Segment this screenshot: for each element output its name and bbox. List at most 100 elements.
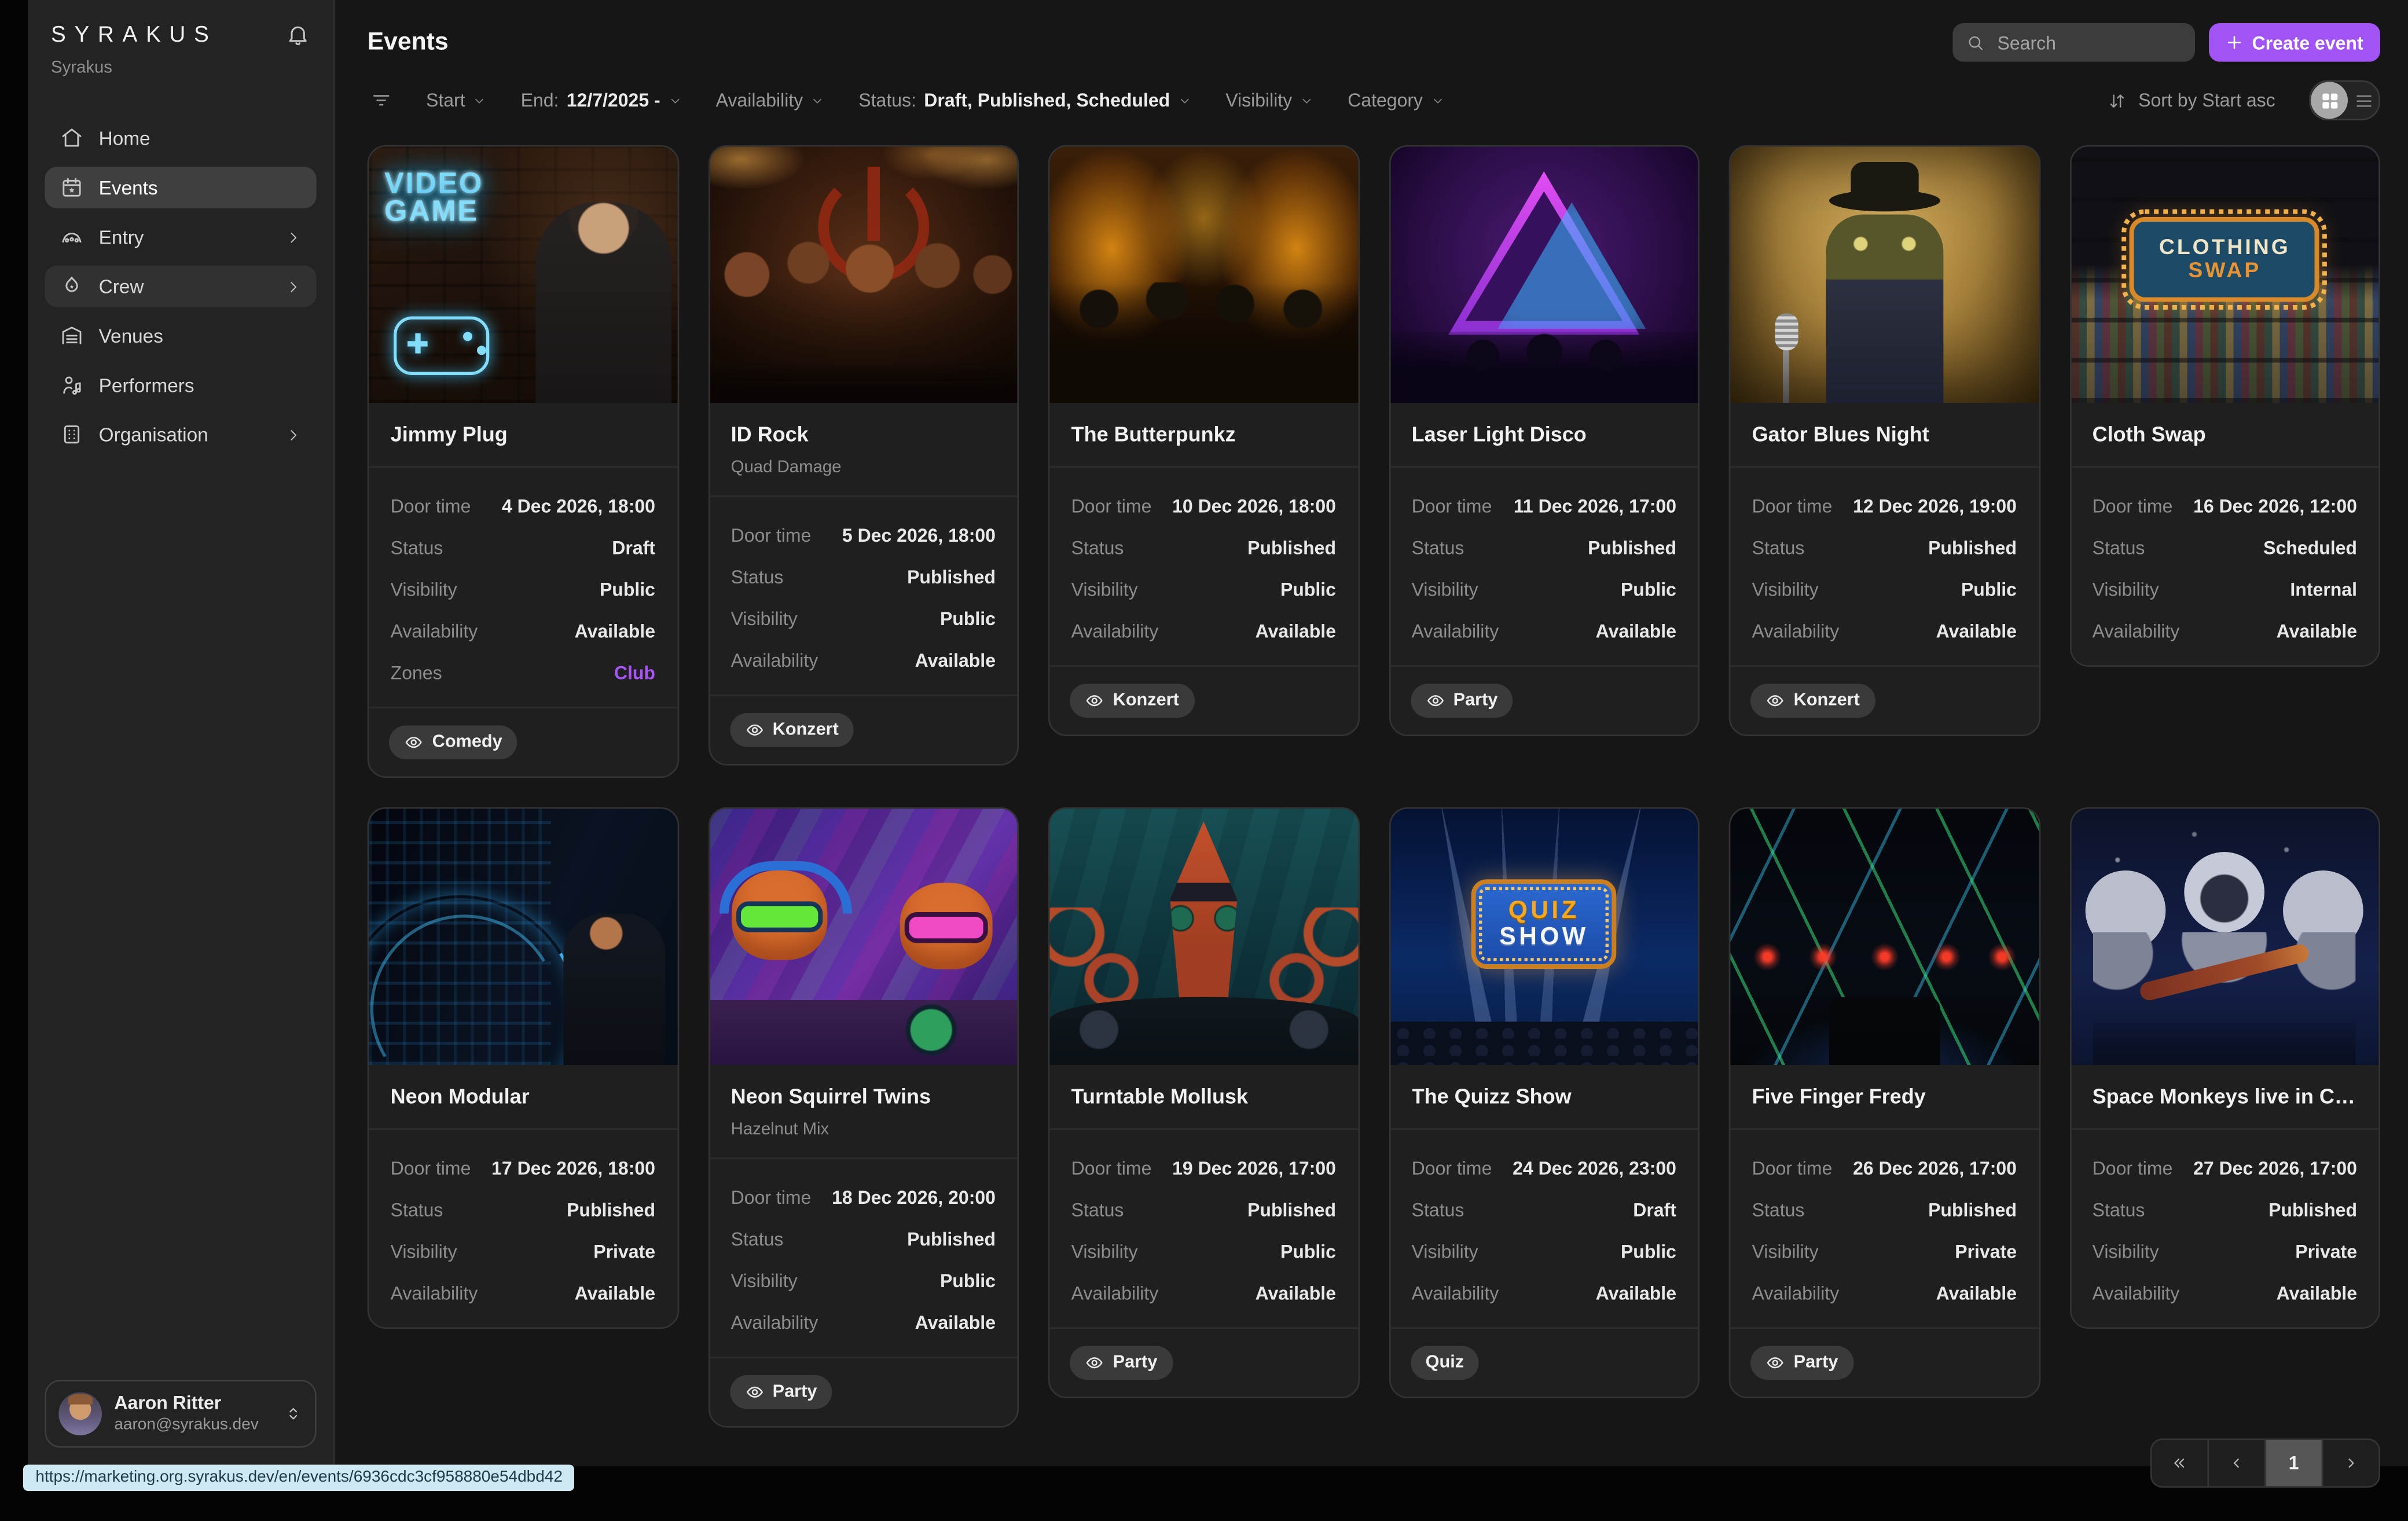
sidebar-item-performers[interactable]: Performers [45, 364, 316, 406]
user-menu[interactable]: Aaron Ritter aaron@syrakus.dev [45, 1380, 316, 1447]
next-page-button[interactable] [2323, 1441, 2378, 1487]
notification-bell-icon[interactable] [285, 23, 310, 48]
sidebar: SYRAKUS Syrakus Home Events Entry Cr [28, 0, 333, 1466]
field-label: Door time [2093, 1158, 2173, 1180]
pagination: 1 [2150, 1439, 2380, 1488]
filter-availability[interactable]: Availability [716, 90, 825, 111]
category-tag: Comedy [389, 726, 517, 760]
tag-eye-icon [1085, 1354, 1104, 1373]
sidebar-item-organisation[interactable]: Organisation [45, 414, 316, 455]
event-card[interactable]: Neon Modular Door time 17 Dec 2026, 18:0… [368, 807, 678, 1329]
field-value: Available [1596, 1283, 1676, 1305]
field-label: Door time [1752, 1158, 1833, 1180]
event-card[interactable]: Neon Squirrel Twins Hazelnut Mix Door ti… [708, 807, 1019, 1428]
event-card[interactable]: Five Finger Fredy Door time 26 Dec 2026,… [1729, 807, 2040, 1399]
event-card[interactable]: Turntable Mollusk Door time 19 Dec 2026,… [1048, 807, 1359, 1399]
filter-status[interactable]: Status: Draft, Published, Scheduled [858, 90, 1191, 111]
door-time-row: Door time 17 Dec 2026, 18:00 [391, 1158, 655, 1180]
sidebar-item-crew[interactable]: Crew [45, 266, 316, 307]
field-label: Availability [731, 650, 818, 671]
door-time-row: Door time 10 Dec 2026, 18:00 [1071, 496, 1336, 517]
event-image [709, 809, 1017, 1066]
filter-start[interactable]: Start [426, 90, 487, 111]
field-label: Availability [1412, 621, 1499, 642]
tag-label: Quiz [1426, 1354, 1464, 1373]
event-card[interactable]: QUIZ SHOW The Quizz Show Door time 24 De… [1389, 807, 1699, 1399]
category-tag: Quiz [1410, 1346, 1480, 1380]
event-art-layer [2094, 932, 2356, 1065]
event-details: Door time 19 Dec 2026, 17:00 Status Publ… [1049, 1130, 1357, 1328]
home-icon [60, 127, 83, 150]
event-art-layer [394, 317, 489, 375]
chevron-right-icon [285, 229, 301, 245]
event-title: Jimmy Plug [391, 423, 655, 448]
event-card[interactable]: The Butterpunkz Door time 10 Dec 2026, 1… [1048, 145, 1359, 737]
field-value: Private [1955, 1241, 2017, 1263]
event-tag-footer: Party [709, 1357, 1017, 1427]
event-image [369, 809, 677, 1066]
field-value: Available [2277, 1283, 2357, 1305]
field-value: Published [907, 567, 996, 588]
filter-lines-icon[interactable] [370, 90, 392, 111]
event-card[interactable]: Gator Blues Night Door time 12 Dec 2026,… [1729, 145, 2040, 737]
field-value: 16 Dec 2026, 12:00 [2193, 496, 2357, 517]
event-tag-footer: Konzert [1049, 666, 1357, 735]
venue-garage-icon [60, 324, 83, 347]
field-value: Published [1247, 1200, 1336, 1221]
filter-category[interactable]: Category [1348, 90, 1444, 111]
grid-view-button[interactable] [2311, 82, 2348, 119]
field-label: Status [391, 538, 443, 559]
field-label: Availability [1071, 1283, 1159, 1305]
field-value: Available [575, 621, 655, 642]
event-tag-footer: Quiz [1390, 1328, 1698, 1397]
event-card-header: Five Finger Fredy [1730, 1066, 2038, 1131]
event-card-header: Jimmy Plug [369, 403, 677, 468]
event-card[interactable]: VIDEO GAME Jimmy Plug Door time 4 Dec 20… [368, 145, 678, 778]
list-view-button[interactable] [2348, 90, 2378, 111]
search-input[interactable] [1994, 30, 2181, 55]
entry-gate-icon [60, 225, 83, 248]
field-label: Availability [391, 1283, 478, 1305]
page-number-button[interactable]: 1 [2266, 1441, 2323, 1487]
event-art-layer [1049, 997, 1357, 1065]
field-value: 17 Dec 2026, 18:00 [491, 1158, 655, 1180]
tag-label: Party [1794, 1354, 1838, 1373]
create-event-button[interactable]: Create event [2209, 23, 2380, 62]
tag-eye-icon [745, 721, 763, 740]
visibility-row: Visibility Public [1071, 1241, 1336, 1263]
zone-link[interactable]: Club [614, 663, 655, 684]
chevron-down-icon [1178, 93, 1192, 107]
event-art-layer [1730, 942, 2038, 972]
sidebar-item-entry[interactable]: Entry [45, 216, 316, 258]
event-card[interactable]: ID Rock Quad Damage Door time 5 Dec 2026… [708, 145, 1019, 766]
tag-eye-icon [1426, 692, 1444, 710]
door-time-row: Door time 19 Dec 2026, 17:00 [1071, 1158, 1336, 1180]
door-time-row: Door time 4 Dec 2026, 18:00 [391, 496, 655, 517]
event-card[interactable]: CLOTHING SWAP Cloth Swap Door time 16 De… [2069, 145, 2380, 667]
previous-page-button[interactable] [2209, 1441, 2266, 1487]
search-box[interactable] [1952, 23, 2195, 62]
flame-star-icon [60, 275, 83, 298]
visibility-row: Visibility Private [2093, 1241, 2357, 1263]
availability-row: Availability Available [731, 1313, 996, 1334]
field-label: Availability [2093, 621, 2180, 642]
sort-label: Sort by Start asc [2138, 90, 2275, 111]
filter-end[interactable]: End: 12/7/2025 - [521, 90, 682, 111]
event-card[interactable]: Laser Light Disco Door time 11 Dec 2026,… [1389, 145, 1699, 737]
sidebar-item-events[interactable]: Events [45, 167, 316, 208]
sidebar-item-home[interactable]: Home [45, 117, 316, 159]
field-label: Door time [1412, 496, 1492, 517]
event-title: Cloth Swap [2093, 423, 2357, 448]
field-value: Public [1621, 1241, 1676, 1263]
field-value: Available [2277, 621, 2357, 642]
field-value: Public [1280, 579, 1336, 601]
availability-row: Availability Available [1412, 621, 1676, 642]
event-card[interactable]: Space Monkeys live in Conc... Door time … [2069, 807, 2380, 1329]
sort-control[interactable]: Sort by Start asc [2108, 90, 2275, 111]
tag-label: Party [1453, 692, 1498, 710]
first-page-button[interactable] [2152, 1441, 2209, 1487]
availability-row: Availability Available [1752, 621, 2017, 642]
plus-icon [2226, 34, 2242, 51]
filter-visibility[interactable]: Visibility [1225, 90, 1313, 111]
sidebar-item-venues[interactable]: Venues [45, 315, 316, 357]
